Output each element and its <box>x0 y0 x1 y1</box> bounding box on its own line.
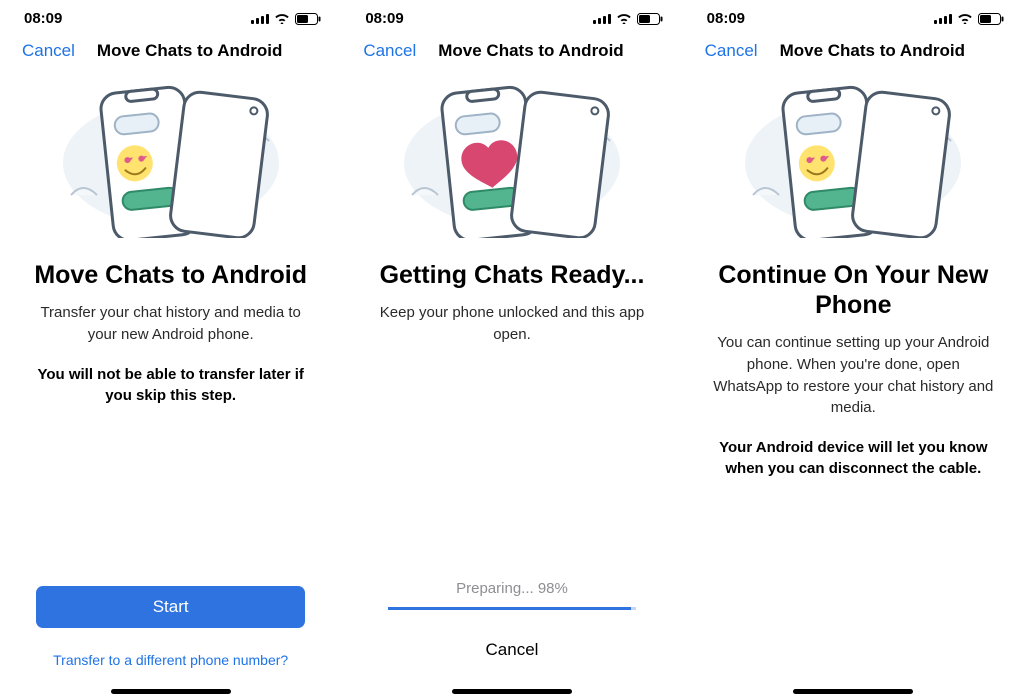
nav-title: Move Chats to Android <box>97 41 282 61</box>
page-title: Getting Chats Ready... <box>369 260 654 290</box>
home-indicator <box>111 689 231 694</box>
warning-text: You will not be able to transfer later i… <box>28 364 313 406</box>
cancel-button[interactable]: Cancel <box>486 640 539 660</box>
screen-continue: 08:09 Cancel Move Chats to Android <box>683 0 1024 698</box>
status-right <box>934 13 1004 25</box>
status-time: 08:09 <box>707 10 745 27</box>
cancel-link-top[interactable]: Cancel <box>22 41 75 61</box>
cellular-icon <box>934 13 952 24</box>
status-bar: 08:09 <box>683 0 1024 31</box>
battery-icon <box>978 13 1004 25</box>
status-right <box>251 13 321 25</box>
status-bar: 08:09 <box>341 0 682 31</box>
home-indicator <box>793 689 913 694</box>
nav-bar: Cancel Move Chats to Android <box>341 31 682 63</box>
battery-icon <box>637 13 663 25</box>
status-bar: 08:09 <box>0 0 341 31</box>
info-bold: Your Android device will let you know wh… <box>711 437 996 479</box>
wifi-icon <box>957 13 973 24</box>
page-subtitle: Transfer your chat history and media to … <box>28 302 313 346</box>
page-title: Continue On Your New Phone <box>711 260 996 320</box>
status-time: 08:09 <box>365 10 403 27</box>
status-right <box>593 13 663 25</box>
headline-block: Getting Chats Ready... Keep your phone u… <box>341 260 682 346</box>
screen-getting-ready: 08:09 Cancel Move Chats to Android <box>341 0 682 698</box>
headline-block: Continue On Your New Phone You can conti… <box>683 260 1024 479</box>
bottom-actions: Start Transfer to a different phone numb… <box>0 586 341 698</box>
start-button[interactable]: Start <box>36 586 305 628</box>
page-subtitle: Keep your phone unlocked and this app op… <box>369 302 654 346</box>
wifi-icon <box>616 13 632 24</box>
cancel-link-top[interactable]: Cancel <box>363 41 416 61</box>
screen-move-chats: 08:09 Cancel Move Chats to Android <box>0 0 341 698</box>
progress-label: Preparing... 98% <box>381 580 642 597</box>
nav-bar: Cancel Move Chats to Android <box>0 31 341 63</box>
headline-block: Move Chats to Android Transfer your chat… <box>0 260 341 406</box>
cellular-icon <box>251 13 269 24</box>
status-time: 08:09 <box>24 10 62 27</box>
battery-icon <box>295 13 321 25</box>
phones-illustration <box>0 83 341 238</box>
different-number-link[interactable]: Transfer to a different phone number? <box>36 652 305 668</box>
cellular-icon <box>593 13 611 24</box>
phones-illustration <box>341 83 682 238</box>
nav-bar: Cancel Move Chats to Android <box>683 31 1024 63</box>
progress-bar <box>388 607 636 610</box>
page-title: Move Chats to Android <box>28 260 313 290</box>
nav-title: Move Chats to Android <box>438 41 623 61</box>
wifi-icon <box>274 13 290 24</box>
phones-illustration <box>683 83 1024 238</box>
cancel-link-top[interactable]: Cancel <box>705 41 758 61</box>
page-subtitle: You can continue setting up your Android… <box>711 332 996 419</box>
progress-section: Preparing... 98% Cancel <box>341 580 682 672</box>
nav-title: Move Chats to Android <box>780 41 965 61</box>
home-indicator <box>452 689 572 694</box>
